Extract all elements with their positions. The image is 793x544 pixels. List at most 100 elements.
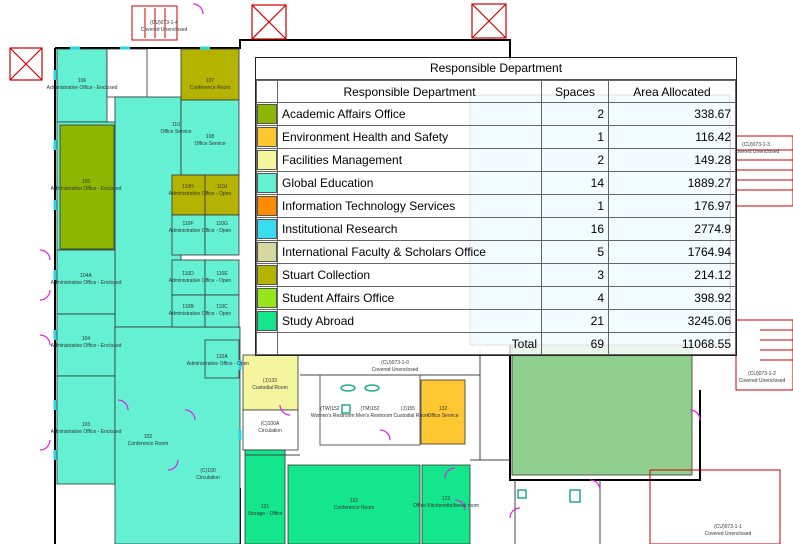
room-107[interactable]: [180, 48, 240, 101]
room-121-name: Storage - Office: [248, 511, 283, 517]
room-122-name: Conference Room: [334, 505, 375, 511]
legend-swatch-cell: [256, 102, 278, 126]
legend-swatch-cell: [256, 240, 278, 264]
legend-row: Study Abroad 21 3245.06: [256, 309, 736, 333]
room-110h: 110H: [182, 184, 194, 190]
legend-swatch-cell: [256, 309, 278, 333]
legend-swatch-cell: [256, 125, 278, 149]
room-123-name: Office Kitchenette/break room: [413, 503, 479, 509]
department-legend: Responsible Department Responsible Depar…: [255, 57, 737, 356]
room-107-name: Conference Room: [190, 85, 231, 91]
cu-right2-name: Covered Unenclosed: [739, 378, 786, 384]
room-132-number: 132: [439, 406, 448, 412]
legend-swatch-cell: [256, 194, 278, 218]
room-c100a-name: Circulation: [258, 428, 282, 434]
legend-spaces-value: 16: [541, 217, 609, 241]
legend-area-value: 116.42: [608, 125, 736, 149]
legend-swatch-cell: [256, 171, 278, 195]
room-104a-name: Administrative Office - Enclosed: [51, 280, 122, 286]
legend-department-name: Environment Health and Safety: [277, 125, 542, 149]
room-123-number: 123: [442, 496, 451, 502]
room-110f: 110F: [182, 221, 193, 227]
room-110a-name: Administrative Office - Open: [187, 361, 250, 367]
room-103-number: 103: [82, 422, 91, 428]
legend-swatch-cell: [256, 217, 278, 241]
legend-department-name: International Faculty & Scholars Office: [277, 240, 542, 264]
legend-total-row: Total 69 11068.55: [256, 332, 736, 355]
room-132[interactable]: [420, 379, 466, 445]
legend-spaces-value: 4: [541, 286, 609, 310]
legend-department-name: Stuart Collection: [277, 263, 542, 287]
legend-color-swatch: [257, 173, 277, 193]
legend-color-swatch: [257, 288, 277, 308]
legend-row: International Faculty & Scholars Office 5…: [256, 240, 736, 264]
legend-row: Facilities Management 2 149.28: [256, 148, 736, 172]
legend-row: Global Education 14 1889.27: [256, 171, 736, 195]
legend-area-header: Area Allocated: [608, 80, 736, 103]
legend-row: Student Affairs Office 4 398.92: [256, 286, 736, 310]
cu-right-name: Covered Unenclosed: [733, 149, 780, 155]
room-110j: 110J: [217, 184, 228, 190]
legend-color-swatch: [257, 150, 277, 170]
legend-color-swatch: [257, 219, 277, 239]
room-110f-name: Administrative Office - Open: [169, 228, 232, 234]
legend-color-swatch: [257, 127, 277, 147]
legend-area-value: 1889.27: [608, 171, 736, 195]
legend-total-label: Total: [277, 332, 542, 355]
room-110d: 110D: [182, 271, 194, 277]
legend-area-value: 176.97: [608, 194, 736, 218]
legend-spaces-value: 1: [541, 194, 609, 218]
legend-department-header: Responsible Department: [277, 80, 542, 103]
cu-right2-number: (CU)073-1-2: [748, 371, 776, 377]
legend-area-value: 3245.06: [608, 309, 736, 333]
room-104-number: 104: [82, 336, 91, 342]
legend-swatch-cell: [256, 263, 278, 287]
legend-row: Environment Health and Safety 1 116.42: [256, 125, 736, 149]
legend-area-value: 2774.9: [608, 217, 736, 241]
legend-swatch-cell: [256, 148, 278, 172]
room-110-number: 110: [172, 122, 180, 128]
legend-color-swatch: [257, 311, 277, 331]
room-107-number: 107: [206, 78, 215, 84]
room-110g: 110G: [216, 221, 228, 227]
legend-department-name: Institutional Research: [277, 217, 542, 241]
legend-row: Academic Affairs Office 2 338.67: [256, 102, 736, 126]
room-tw152: (TW)152: [320, 406, 340, 412]
legend-title: Responsible Department: [256, 58, 736, 80]
room-tm152: (TM)152: [361, 406, 380, 412]
legend-department-name: Student Affairs Office: [277, 286, 542, 310]
room-121[interactable]: [244, 449, 286, 544]
room-105-name: Administrative Office - Enclosed: [51, 186, 122, 192]
room-104-name: Administrative Office - Enclosed: [51, 343, 122, 349]
legend-area-value: 1764.94: [608, 240, 736, 264]
restroom-labels: Women's Restroom Men's Restroom Custodia…: [311, 413, 429, 419]
legend-spaces-header: Spaces: [541, 80, 609, 103]
cu-top-name: Covered Unenclosed: [141, 27, 188, 33]
legend-row: Stuart Collection 3 214.12: [256, 263, 736, 287]
room-j133-number: (J)133: [263, 378, 277, 384]
legend-row: Institutional Research 16 2774.9: [256, 217, 736, 241]
room-j155: (J)155: [401, 406, 415, 412]
legend-body: Academic Affairs Office 2 338.67 Environmen…: [256, 102, 736, 333]
legend-spaces-value: 2: [541, 102, 609, 126]
legend-row: Information Technology Services 1 176.97: [256, 194, 736, 218]
room-110-name: Office Service: [160, 129, 191, 135]
legend-total-area: 11068.55: [608, 332, 736, 355]
room-104a-number: 104A: [80, 273, 92, 279]
room-103-name: Administrative Office - Enclosed: [51, 429, 122, 435]
legend-spaces-value: 1: [541, 125, 609, 149]
legend-area-value: 398.92: [608, 286, 736, 310]
room-110b-name: Administrative Office - Open: [169, 311, 232, 317]
legend-total-spaces: 69: [541, 332, 609, 355]
room-110d-name: Administrative Office - Open: [169, 278, 232, 284]
room-110e: 110E: [216, 271, 228, 277]
cu-bottom-name: Covered Unenclosed: [705, 531, 752, 537]
legend-department-name: Study Abroad: [277, 309, 542, 333]
room-102-name: Conference Room: [128, 441, 169, 447]
legend-spaces-value: 3: [541, 263, 609, 287]
legend-color-swatch: [257, 196, 277, 216]
room-110c: 110C: [216, 304, 228, 310]
legend-swatch-cell: [256, 286, 278, 310]
room-121-number: 121: [261, 504, 270, 510]
room-105-number: 105: [82, 179, 91, 185]
